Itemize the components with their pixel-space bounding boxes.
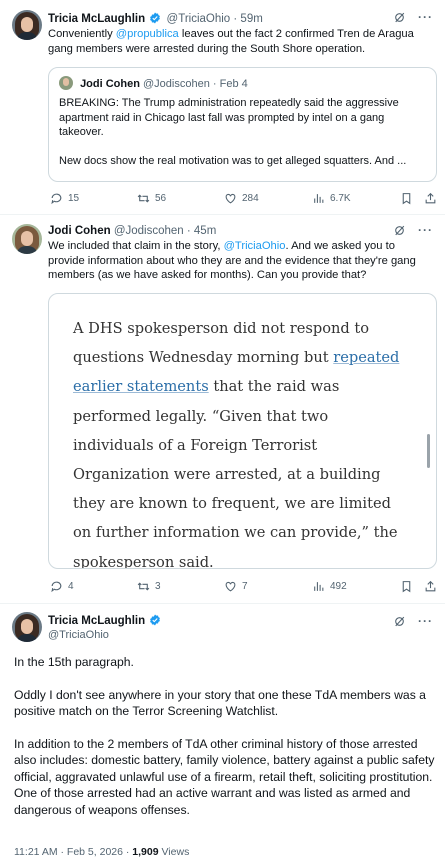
reply-button[interactable]: 15 bbox=[50, 192, 79, 205]
tweet-meta: 11:21 AM · Feb 5, 2026 · 1,909 Views bbox=[14, 846, 189, 858]
quote-avatar bbox=[59, 76, 73, 90]
verified-badge-icon bbox=[150, 614, 161, 626]
more-icon[interactable]: ··· bbox=[418, 10, 433, 24]
image-article-excerpt: A DHS spokesperson did not respond to qu… bbox=[73, 320, 400, 569]
author-handle[interactable]: @TriciaOhio bbox=[167, 13, 231, 25]
bookmark-icon bbox=[402, 581, 411, 593]
tweet-time[interactable]: · 45m bbox=[187, 225, 216, 237]
share-button[interactable] bbox=[424, 192, 437, 205]
grok-icon[interactable] bbox=[393, 615, 406, 628]
bookmark-icon bbox=[402, 193, 411, 205]
tweet-text: In the 15th paragraph. Oddly I don't see… bbox=[14, 655, 435, 817]
mention-link[interactable]: @TriciaOhio bbox=[224, 240, 286, 252]
more-icon[interactable]: ··· bbox=[418, 223, 433, 237]
bookmark-button[interactable] bbox=[400, 580, 413, 593]
repost-icon bbox=[137, 582, 150, 591]
author-name[interactable]: Tricia McLaughlin bbox=[48, 615, 145, 627]
reply-icon bbox=[51, 193, 62, 205]
avatar[interactable] bbox=[12, 612, 42, 642]
reply-icon bbox=[51, 581, 62, 593]
tweet-text: We included that claim in the story, @Tr… bbox=[48, 240, 416, 282]
quote-author-name: Jodi Cohen bbox=[80, 78, 140, 90]
share-button[interactable] bbox=[424, 580, 437, 593]
tweet-time[interactable]: · 59m bbox=[233, 13, 262, 25]
tweet-text: Conveniently @propublica leaves out the … bbox=[48, 28, 414, 55]
reply-button[interactable]: 4 bbox=[50, 580, 74, 593]
tweet-timestamp[interactable]: 11:21 AM · Feb 5, 2026 · bbox=[14, 846, 132, 858]
tweet-actions: 15 56 284 6.7K bbox=[48, 192, 437, 208]
repost-button[interactable]: 3 bbox=[137, 580, 161, 593]
quote-text: BREAKING: The Trump administration repea… bbox=[59, 97, 407, 167]
views-button[interactable]: 492 bbox=[312, 580, 347, 593]
views-count: 1,909 bbox=[132, 846, 159, 858]
repost-button[interactable]: 56 bbox=[137, 192, 166, 205]
views-label: Views bbox=[158, 846, 190, 858]
like-icon bbox=[225, 581, 236, 592]
grok-icon[interactable] bbox=[393, 11, 406, 24]
like-icon bbox=[225, 193, 236, 204]
share-icon bbox=[425, 192, 436, 204]
quote-author-handle: @Jodiscohen bbox=[143, 78, 210, 90]
like-button[interactable]: 7 bbox=[224, 580, 248, 593]
tweet-top-actions: ··· bbox=[393, 614, 433, 628]
repost-icon bbox=[137, 194, 150, 203]
author-name[interactable]: Jodi Cohen bbox=[48, 225, 111, 237]
author-handle[interactable]: @Jodiscohen bbox=[114, 225, 184, 237]
attached-image[interactable]: A DHS spokesperson did not respond to qu… bbox=[48, 293, 437, 569]
tweet-header: Jodi Cohen @Jodiscohen · 45m bbox=[48, 224, 216, 238]
tweet-top-actions: ··· bbox=[393, 223, 433, 237]
share-icon bbox=[425, 580, 436, 592]
tweet-actions: 4 3 7 492 bbox=[48, 580, 437, 596]
tweet-header: Tricia McLaughlin @TriciaOhio · 59m bbox=[48, 12, 263, 26]
views-icon bbox=[314, 582, 324, 591]
mention-link[interactable]: @propublica bbox=[116, 28, 179, 40]
divider bbox=[0, 603, 445, 604]
tweet-top-actions: ··· bbox=[393, 10, 433, 24]
avatar[interactable] bbox=[12, 224, 42, 254]
bookmark-button[interactable] bbox=[400, 192, 413, 205]
author-name[interactable]: Tricia McLaughlin bbox=[48, 13, 145, 25]
author-handle[interactable]: @TriciaOhio bbox=[48, 629, 109, 641]
grok-icon[interactable] bbox=[393, 224, 406, 237]
more-icon[interactable]: ··· bbox=[418, 614, 433, 628]
views-button[interactable]: 6.7K bbox=[312, 192, 351, 205]
author-name-row: Tricia McLaughlin bbox=[48, 614, 163, 628]
image-scrollbar bbox=[427, 434, 430, 468]
avatar[interactable] bbox=[12, 10, 42, 40]
verified-badge-icon bbox=[150, 12, 161, 24]
views-icon bbox=[314, 194, 324, 203]
quote-time: · Feb 4 bbox=[212, 78, 248, 90]
like-button[interactable]: 284 bbox=[224, 192, 259, 205]
divider bbox=[0, 214, 445, 215]
quote-tweet[interactable]: Jodi Cohen @Jodiscohen · Feb 4 BREAKING:… bbox=[48, 67, 437, 182]
